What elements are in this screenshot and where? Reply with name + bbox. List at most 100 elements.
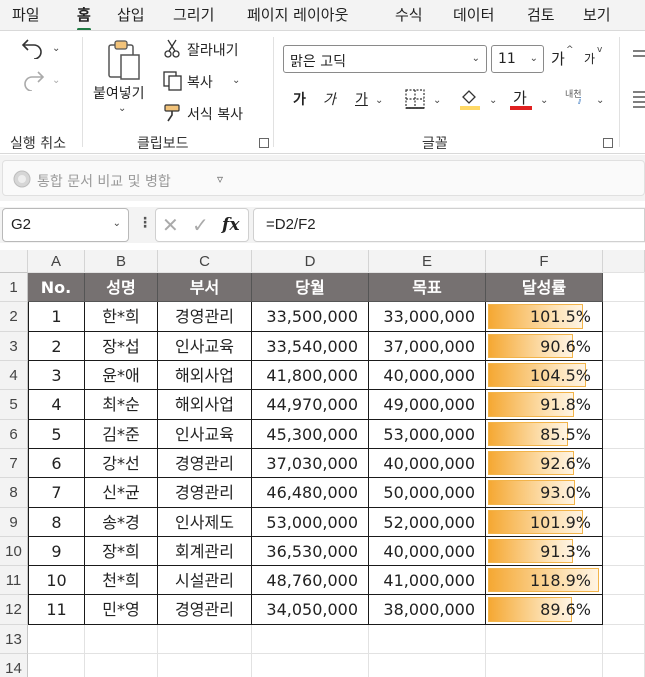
paste-label[interactable]: 붙여넣기	[93, 83, 145, 103]
tab-draw[interactable]: 그리기	[173, 4, 214, 28]
cell-target[interactable]: 40,000,000	[369, 361, 486, 390]
cell-dept[interactable]: 인사제도	[158, 508, 252, 537]
cell-target[interactable]: 41,000,000	[369, 566, 486, 595]
row-header-7[interactable]: 7	[0, 449, 28, 478]
cell-dept[interactable]: 인사교육	[158, 420, 252, 449]
cell-dept[interactable]: 해외사업	[158, 361, 252, 390]
cancel-icon[interactable]: ✕	[162, 213, 179, 237]
row-header-12[interactable]: 12	[0, 595, 28, 625]
row-header-8[interactable]: 8	[0, 478, 28, 508]
row-header-2[interactable]: 2	[0, 302, 28, 332]
border-icon[interactable]	[405, 89, 427, 109]
column-header-h[interactable]	[603, 250, 645, 273]
cell-no[interactable]: 2	[28, 332, 85, 361]
cell-rate[interactable]: 93.0%	[486, 478, 603, 508]
font-name-select[interactable]: 맑은 고딕 ⌄	[283, 45, 487, 73]
column-header-e[interactable]: E	[369, 250, 486, 273]
undo-dropdown-icon[interactable]: ⌄	[52, 43, 60, 54]
cell-name[interactable]: 천*희	[85, 566, 158, 595]
row-header-4[interactable]: 4	[0, 361, 28, 390]
row-header-13[interactable]: 13	[0, 625, 28, 654]
tab-data[interactable]: 데이터	[453, 4, 494, 28]
cell-target[interactable]: 49,000,000	[369, 390, 486, 420]
cell-name[interactable]: 민*영	[85, 595, 158, 625]
cell-rate[interactable]: 92.6%	[486, 449, 603, 478]
bold-button[interactable]: 가	[293, 89, 306, 109]
row-header-3[interactable]: 3	[0, 332, 28, 361]
row-header-9[interactable]: 9	[0, 508, 28, 537]
enter-icon[interactable]: ✓	[192, 213, 209, 237]
cell-dept[interactable]: 시설관리	[158, 566, 252, 595]
row-header-10[interactable]: 10	[0, 537, 28, 566]
paste-dropdown-icon[interactable]: ⌄	[118, 103, 126, 114]
cell-dept[interactable]: 경영관리	[158, 449, 252, 478]
row-header-1[interactable]: 1	[0, 273, 28, 302]
row-header-11[interactable]: 11	[0, 566, 28, 595]
select-all-corner[interactable]	[0, 250, 28, 273]
insert-function-icon[interactable]: fx	[222, 215, 239, 235]
compare-merge-control[interactable]: 통합 문서 비교 및 병합 ▿	[2, 160, 645, 196]
redo-dropdown-icon[interactable]: ⌄	[52, 75, 60, 86]
header-rate[interactable]: 달성률	[486, 273, 603, 302]
worksheet-grid[interactable]: ABCDEFG1234567891011121314No.성명부서당월목표달성률…	[0, 250, 645, 677]
align-left-icon[interactable]	[633, 89, 645, 109]
format-painter-label[interactable]: 서식 복사	[187, 104, 243, 124]
cell-name[interactable]: 윤*애	[85, 361, 158, 390]
cell-no[interactable]: 1	[28, 302, 85, 332]
cell-rate[interactable]: 91.8%	[486, 390, 603, 420]
underline-dropdown-icon[interactable]: ⌄	[375, 95, 383, 106]
cell-name[interactable]: 강*선	[85, 449, 158, 478]
name-box[interactable]: G2 ⌄	[2, 208, 129, 242]
cell-rate[interactable]: 90.6%	[486, 332, 603, 361]
cell-target[interactable]: 33,000,000	[369, 302, 486, 332]
header-dept[interactable]: 부서	[158, 273, 252, 302]
cell-no[interactable]: 7	[28, 478, 85, 508]
tab-insert[interactable]: 삽입	[117, 4, 145, 28]
underline-button[interactable]: 가	[355, 89, 368, 109]
formula-input[interactable]: =D2/F2	[253, 208, 645, 242]
cut-label[interactable]: 잘라내기	[187, 40, 239, 60]
cell-name[interactable]: 김*준	[85, 420, 158, 449]
grow-font-button[interactable]: 가	[551, 48, 565, 69]
column-header-f[interactable]: F	[486, 250, 603, 273]
cell-no[interactable]: 8	[28, 508, 85, 537]
cell-rate[interactable]: 89.6%	[486, 595, 603, 625]
tab-formulas[interactable]: 수식	[395, 4, 423, 28]
cell-rate[interactable]: 101.5%	[486, 302, 603, 332]
row-header-5[interactable]: 5	[0, 390, 28, 420]
cell-no[interactable]: 3	[28, 361, 85, 390]
cell-name[interactable]: 장*섭	[85, 332, 158, 361]
cell-actual[interactable]: 41,800,000	[252, 361, 369, 390]
cell-name[interactable]: 신*균	[85, 478, 158, 508]
shrink-font-button[interactable]: 가	[584, 50, 595, 67]
cell-actual[interactable]: 36,530,000	[252, 537, 369, 566]
cell-target[interactable]: 50,000,000	[369, 478, 486, 508]
cell-dept[interactable]: 경영관리	[158, 478, 252, 508]
paste-icon[interactable]	[106, 39, 142, 81]
font-size-select[interactable]: 11 ⌄	[491, 45, 544, 73]
cell-actual[interactable]: 37,030,000	[252, 449, 369, 478]
tab-home[interactable]: 홈	[77, 4, 91, 31]
cell-dept[interactable]: 경영관리	[158, 302, 252, 332]
cell-actual[interactable]: 34,050,000	[252, 595, 369, 625]
row-header-14[interactable]: 14	[0, 654, 28, 677]
cell-name[interactable]: 송*경	[85, 508, 158, 537]
cell-actual[interactable]: 45,300,000	[252, 420, 369, 449]
cell-target[interactable]: 53,000,000	[369, 420, 486, 449]
tab-view[interactable]: 보기	[583, 4, 611, 28]
cell-dept[interactable]: 경영관리	[158, 595, 252, 625]
undo-icon[interactable]	[20, 37, 46, 59]
cell-actual[interactable]: 46,480,000	[252, 478, 369, 508]
cell-actual[interactable]: 48,760,000	[252, 566, 369, 595]
clipboard-launcher-icon[interactable]	[259, 138, 269, 148]
fill-color-icon[interactable]	[458, 87, 482, 111]
copy-dropdown-icon[interactable]: ⌄	[232, 75, 240, 86]
column-header-c[interactable]: C	[158, 250, 252, 273]
customize-toolbar-icon[interactable]: ▿	[217, 172, 223, 186]
cell-no[interactable]: 10	[28, 566, 85, 595]
header-target[interactable]: 목표	[369, 273, 486, 302]
tab-page-layout[interactable]: 페이지 레이아웃	[247, 4, 348, 28]
header-actual[interactable]: 당월	[252, 273, 369, 302]
font-color-dropdown-icon[interactable]: ⌄	[540, 95, 548, 106]
cell-actual[interactable]: 53,000,000	[252, 508, 369, 537]
